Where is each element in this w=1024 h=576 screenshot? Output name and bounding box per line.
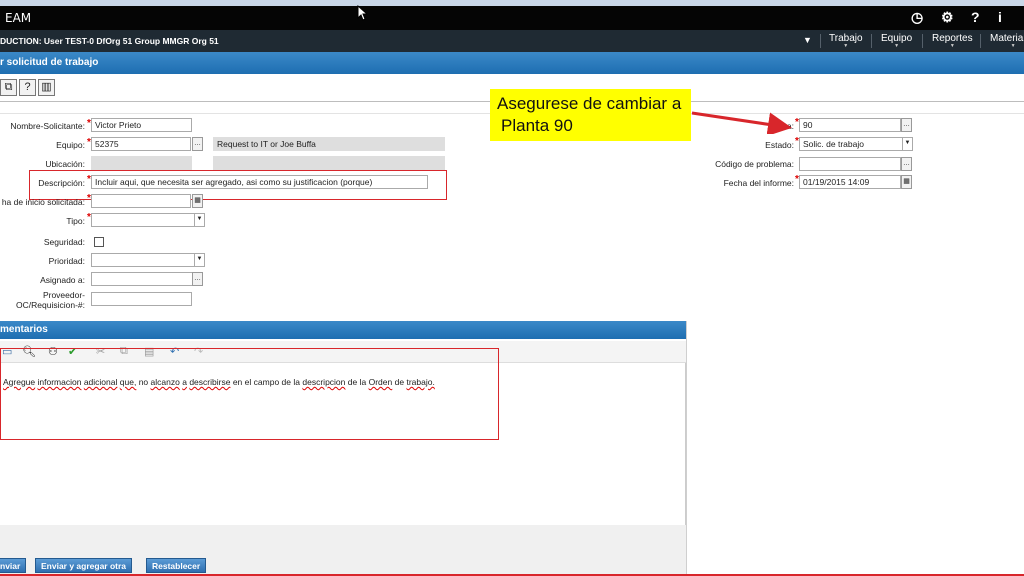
assigned-lookup-button[interactable]: … <box>192 272 203 286</box>
callout-line-1: Asegurese de cambiar a <box>497 94 682 113</box>
problem-code-field[interactable] <box>799 157 901 171</box>
highlight-box <box>0 348 499 440</box>
plant-field[interactable]: 90 <box>799 118 901 132</box>
mouse-cursor <box>357 5 367 21</box>
calendar-icon[interactable]: ▦ <box>192 194 203 208</box>
help-button-icon[interactable]: ? <box>19 79 36 96</box>
menu-equipo[interactable]: Equipo ▼ <box>881 33 912 49</box>
equipment-description: Request to IT or Joe Buffa <box>213 137 445 151</box>
vendor-label-2: OC/Requisicion-#: <box>16 300 85 310</box>
info-icon[interactable]: i <box>998 9 1002 25</box>
chevron-down-icon[interactable]: ▼ <box>194 213 204 227</box>
report-date-label: Fecha del informe: <box>723 178 794 188</box>
vendor-field[interactable] <box>91 292 192 306</box>
menu-reportes[interactable]: Reportes ▼ <box>932 33 973 49</box>
vendor-label-1: Proveedor- <box>42 290 85 300</box>
problem-code-label: Código de problema: <box>715 159 794 169</box>
status-label: Estado: <box>765 140 794 150</box>
user-bar: DUCTION: User TEST-0 DfOrg 51 Group MMGR… <box>0 30 1024 52</box>
priority-label: Prioridad: <box>48 256 85 266</box>
assigned-label: Asignado a: <box>40 275 85 285</box>
app-name: EAM <box>5 11 32 25</box>
status-select[interactable]: Solic. de trabajo <box>799 137 913 151</box>
start-date-label: ha de inicio solicitada: <box>1 197 85 207</box>
equipment-lookup-button[interactable]: … <box>192 137 203 151</box>
chevron-down-icon[interactable]: ▼ <box>902 137 912 151</box>
equipment-label: Equipo: <box>56 140 85 150</box>
start-date-field[interactable] <box>91 194 191 208</box>
chevron-down-icon[interactable]: ▼ <box>803 35 812 45</box>
calendar-icon[interactable]: ▦ <box>901 175 912 189</box>
equipment-field[interactable]: 52375 <box>91 137 191 151</box>
submit-add-button[interactable]: Enviar y agregar otra <box>35 558 133 573</box>
user-info: DUCTION: User TEST-0 DfOrg 51 Group MMGR… <box>0 36 219 46</box>
annotation-callout: Asegurese de cambiar a Planta 90 <box>490 89 691 141</box>
report-date-field[interactable]: 01/19/2015 14:09 <box>799 175 901 189</box>
type-select[interactable] <box>91 213 205 227</box>
annotation-arrow <box>691 111 792 134</box>
callout-line-2: Planta 90 <box>501 116 573 135</box>
menu-materiales[interactable]: Materiales▼ <box>990 33 1024 49</box>
requester-field[interactable]: Victor Prieto <box>91 118 192 132</box>
book-icon[interactable]: ▥ <box>38 79 55 96</box>
location-field <box>91 156 192 170</box>
comments-header: mentarios <box>0 321 686 339</box>
help-icon[interactable]: ? <box>971 9 980 25</box>
comments-title: mentarios <box>0 324 48 335</box>
gauge-icon[interactable]: ◷ <box>911 9 923 26</box>
panel-divider <box>686 321 687 576</box>
chevron-down-icon[interactable]: ▼ <box>194 253 204 267</box>
menu-trabajo[interactable]: Trabajo ▼ <box>829 33 863 49</box>
problem-code-lookup-button[interactable]: … <box>901 157 912 171</box>
assigned-field[interactable] <box>91 272 201 286</box>
safety-label: Seguridad: <box>43 237 85 247</box>
submit-button[interactable]: nviar <box>0 558 27 573</box>
plant-lookup-button[interactable]: … <box>901 118 912 132</box>
page-title: r solicitud de trabajo <box>0 57 99 68</box>
reset-button[interactable]: Restablecer <box>146 558 207 573</box>
priority-select[interactable] <box>91 253 205 267</box>
copy-icon[interactable]: ⧉ <box>0 79 17 96</box>
location-description <box>213 156 445 170</box>
safety-checkbox[interactable] <box>94 237 104 247</box>
more-icon[interactable]: ⋮ <box>1018 9 1024 26</box>
top-bar: EAM ◷ ⚙ ? i ⋮ <box>0 6 1024 30</box>
requester-label: Nombre-Solicitante: <box>10 121 85 131</box>
type-label: Tipo: <box>66 216 85 226</box>
gear-icon[interactable]: ⚙ <box>941 9 954 26</box>
page-title-bar: r solicitud de trabajo <box>0 52 1024 74</box>
location-label: Ubicación: <box>45 159 85 169</box>
